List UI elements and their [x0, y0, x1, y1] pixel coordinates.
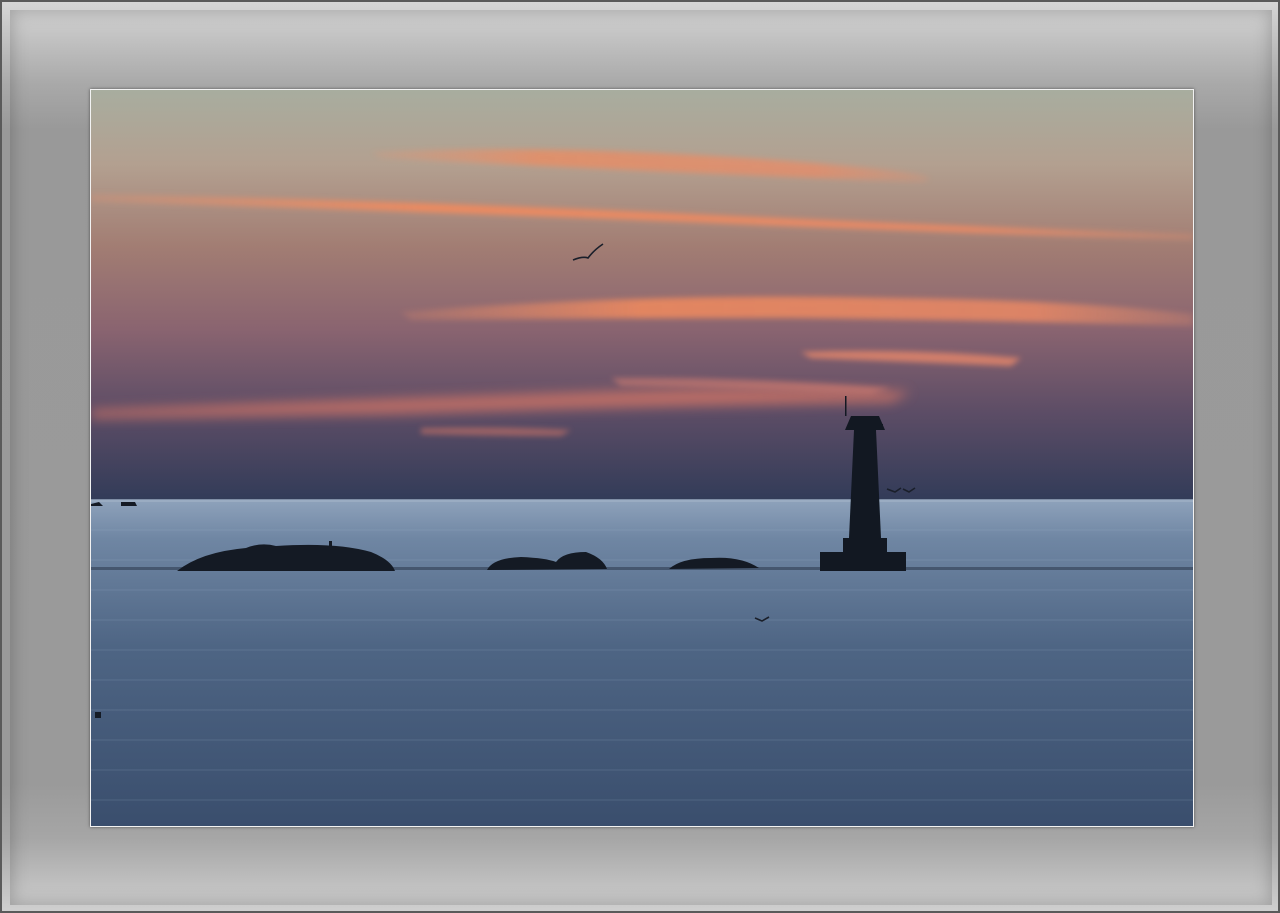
sunset-sea-scene: [91, 90, 1193, 826]
photograph: [90, 89, 1194, 827]
sky: [91, 90, 1193, 502]
horizon-line: [91, 499, 1193, 502]
picture-frame: [0, 0, 1280, 913]
